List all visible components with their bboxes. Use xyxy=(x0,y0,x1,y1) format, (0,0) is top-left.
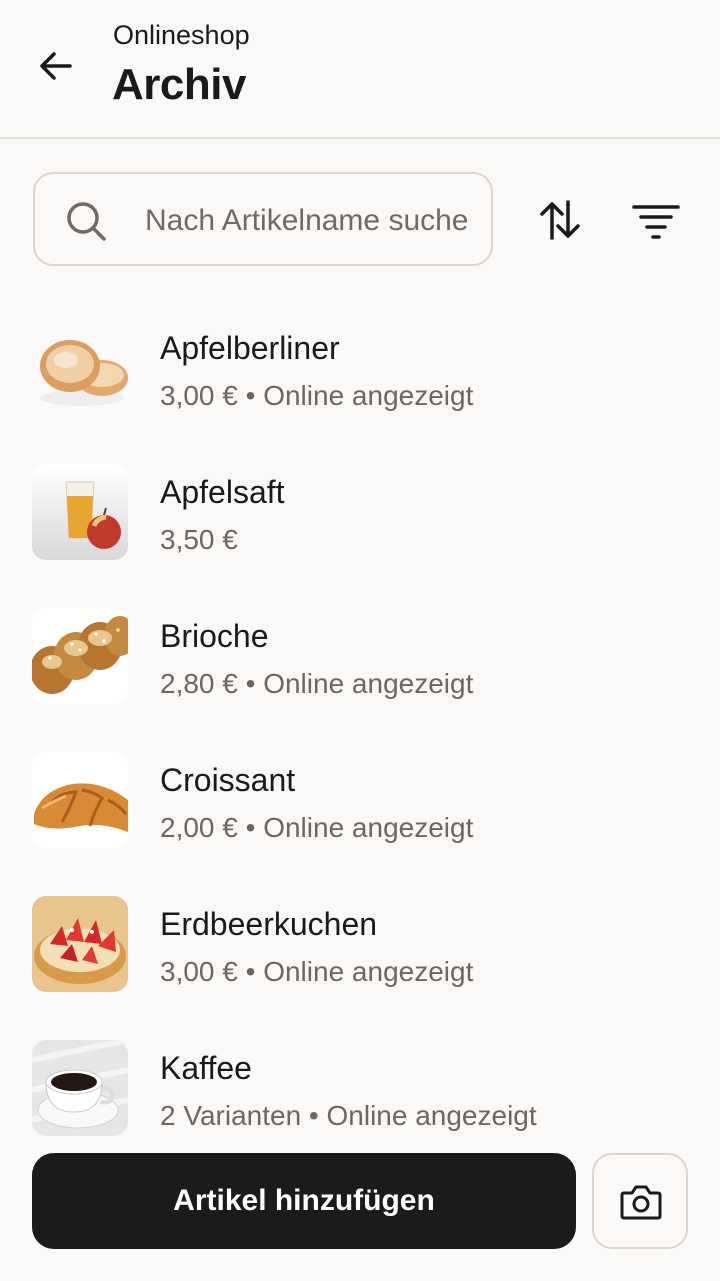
list-item[interactable]: Apfelberliner 3,00 € • Online angezeigt xyxy=(0,320,720,450)
sort-icon[interactable] xyxy=(536,196,584,244)
item-meta: 3,00 € • Online angezeigt xyxy=(160,956,474,987)
item-name: Croissant xyxy=(160,762,296,798)
filter-icon[interactable] xyxy=(632,196,680,244)
search-box xyxy=(33,172,493,266)
list-item[interactable]: Apfelsaft 3,50 € xyxy=(0,464,720,594)
item-meta: 3,50 € xyxy=(160,524,238,555)
search-input[interactable] xyxy=(145,194,467,248)
footer-bar: Artikel hinzufügen xyxy=(0,1138,720,1281)
item-name: Apfelberliner xyxy=(160,330,340,366)
croissant-image xyxy=(32,752,128,848)
app-header: Onlineshop Archiv xyxy=(0,0,720,139)
back-arrow-icon[interactable] xyxy=(34,44,78,88)
apple-juice-image xyxy=(32,464,128,560)
strawberry-tart-image xyxy=(32,896,128,992)
item-name: Kaffee xyxy=(160,1050,252,1086)
camera-icon xyxy=(620,1185,662,1220)
item-name: Erdbeerkuchen xyxy=(160,906,378,942)
camera-button[interactable] xyxy=(592,1153,688,1249)
item-name: Brioche xyxy=(160,618,269,654)
list-item[interactable]: Erdbeerkuchen 3,00 € • Online angezeigt xyxy=(0,896,720,1026)
item-meta: 2,00 € • Online angezeigt xyxy=(160,812,474,843)
coffee-cup-image xyxy=(32,1040,128,1136)
item-name: Apfelsaft xyxy=(160,474,285,510)
item-meta: 2 Varianten • Online angezeigt xyxy=(160,1100,537,1131)
list-item[interactable]: Croissant 2,00 € • Online angezeigt xyxy=(0,752,720,882)
apple-donut-image xyxy=(32,320,128,416)
page-subtitle: Onlineshop xyxy=(113,20,250,50)
add-item-button[interactable]: Artikel hinzufügen xyxy=(32,1153,576,1249)
item-meta: 2,80 € • Online angezeigt xyxy=(160,668,474,699)
page-title: Archiv xyxy=(112,60,246,109)
search-icon xyxy=(67,202,106,241)
item-meta: 3,00 € • Online angezeigt xyxy=(160,380,474,411)
brioche-image xyxy=(32,608,128,704)
list-item[interactable]: Brioche 2,80 € • Online angezeigt xyxy=(0,608,720,738)
